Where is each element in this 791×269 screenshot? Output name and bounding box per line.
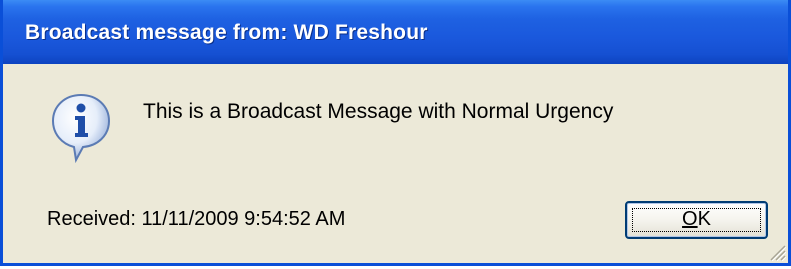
ok-accelerator-key: O xyxy=(682,208,698,230)
ok-button-label: OK xyxy=(627,208,766,231)
message-dialog-window: Broadcast message from: WD Freshour This… xyxy=(0,0,791,266)
window-title: Broadcast message from: WD Freshour xyxy=(25,21,428,44)
resize-grip-icon[interactable] xyxy=(768,243,786,261)
ok-label-rest: K xyxy=(697,208,711,230)
received-timestamp: Received: 11/11/2009 9:54:52 AM xyxy=(47,208,346,230)
dialog-body: This is a Broadcast Message with Normal … xyxy=(3,64,788,263)
ok-button[interactable]: OK xyxy=(625,201,768,239)
title-bar[interactable]: Broadcast message from: WD Freshour xyxy=(3,0,788,64)
information-icon xyxy=(51,93,111,164)
broadcast-message-text: This is a Broadcast Message with Normal … xyxy=(143,100,614,123)
